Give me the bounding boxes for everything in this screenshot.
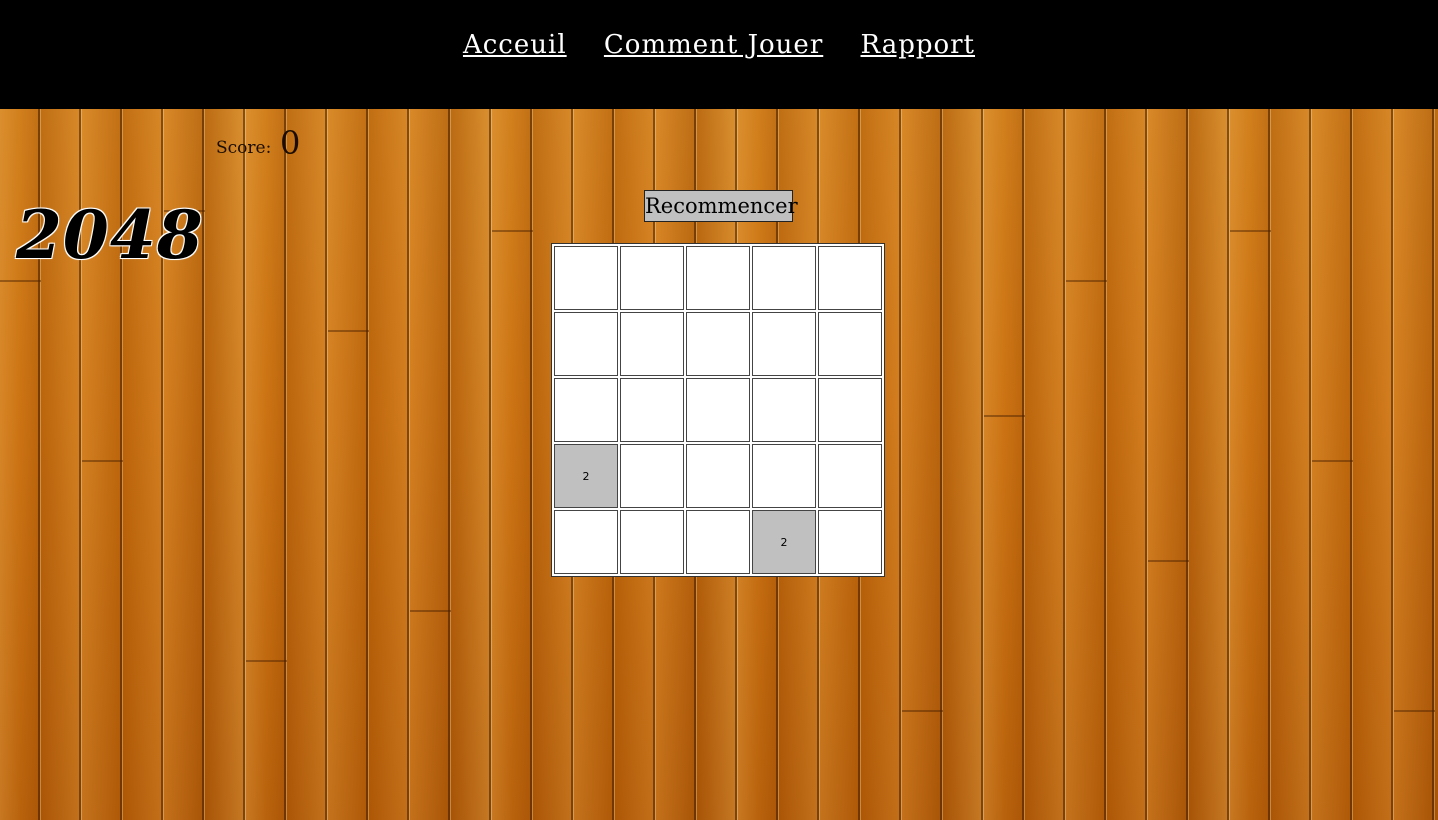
plank-seam [984, 415, 1025, 417]
board-row [553, 311, 883, 377]
plank-seam [1066, 280, 1107, 282]
empty-cell [554, 246, 618, 310]
tile: 2 [752, 510, 816, 574]
plank-seam [328, 330, 369, 332]
nav-link-acceuil[interactable]: Acceuil [463, 30, 567, 60]
score-value: 0 [280, 124, 301, 162]
plank-seam [1148, 560, 1189, 562]
empty-cell [554, 378, 618, 442]
plank-seam [246, 660, 287, 662]
empty-cell [818, 378, 882, 442]
empty-cell [818, 312, 882, 376]
score-label: Score: [216, 138, 272, 158]
nav-link-rapport[interactable]: Rapport [861, 30, 976, 60]
board-row [553, 377, 883, 443]
board-row [553, 245, 883, 311]
main-nav: Acceuil Comment Jouer Rapport [0, 30, 1438, 60]
empty-cell [752, 378, 816, 442]
empty-cell [686, 312, 750, 376]
top-navigation-bar: Acceuil Comment Jouer Rapport [0, 0, 1438, 109]
nav-link-comment-jouer[interactable]: Comment Jouer [604, 30, 823, 60]
empty-cell [554, 312, 618, 376]
empty-cell [554, 510, 618, 574]
plank-seam [1394, 710, 1435, 712]
empty-cell [752, 246, 816, 310]
empty-cell [620, 312, 684, 376]
empty-cell [752, 444, 816, 508]
empty-cell [620, 378, 684, 442]
empty-cell [620, 444, 684, 508]
empty-cell [686, 246, 750, 310]
empty-cell [686, 444, 750, 508]
board-row: 2 [553, 509, 883, 575]
restart-button[interactable]: Recommencer [644, 190, 798, 222]
empty-cell [818, 246, 882, 310]
plank-seam [902, 710, 943, 712]
empty-cell [818, 510, 882, 574]
plank-seam [82, 460, 123, 462]
empty-cell [686, 378, 750, 442]
empty-cell [686, 510, 750, 574]
empty-cell [752, 312, 816, 376]
tile: 2 [554, 444, 618, 508]
plank-seam [0, 280, 41, 282]
plank-seam [1312, 460, 1353, 462]
plank-seam [1230, 230, 1271, 232]
empty-cell [620, 510, 684, 574]
empty-cell [620, 246, 684, 310]
empty-cell [818, 444, 882, 508]
game-logo: 2048 [16, 196, 204, 274]
plank-seam [492, 230, 533, 232]
plank-seam [410, 610, 451, 612]
game-board[interactable]: 22 [551, 243, 885, 577]
board-row: 2 [553, 443, 883, 509]
